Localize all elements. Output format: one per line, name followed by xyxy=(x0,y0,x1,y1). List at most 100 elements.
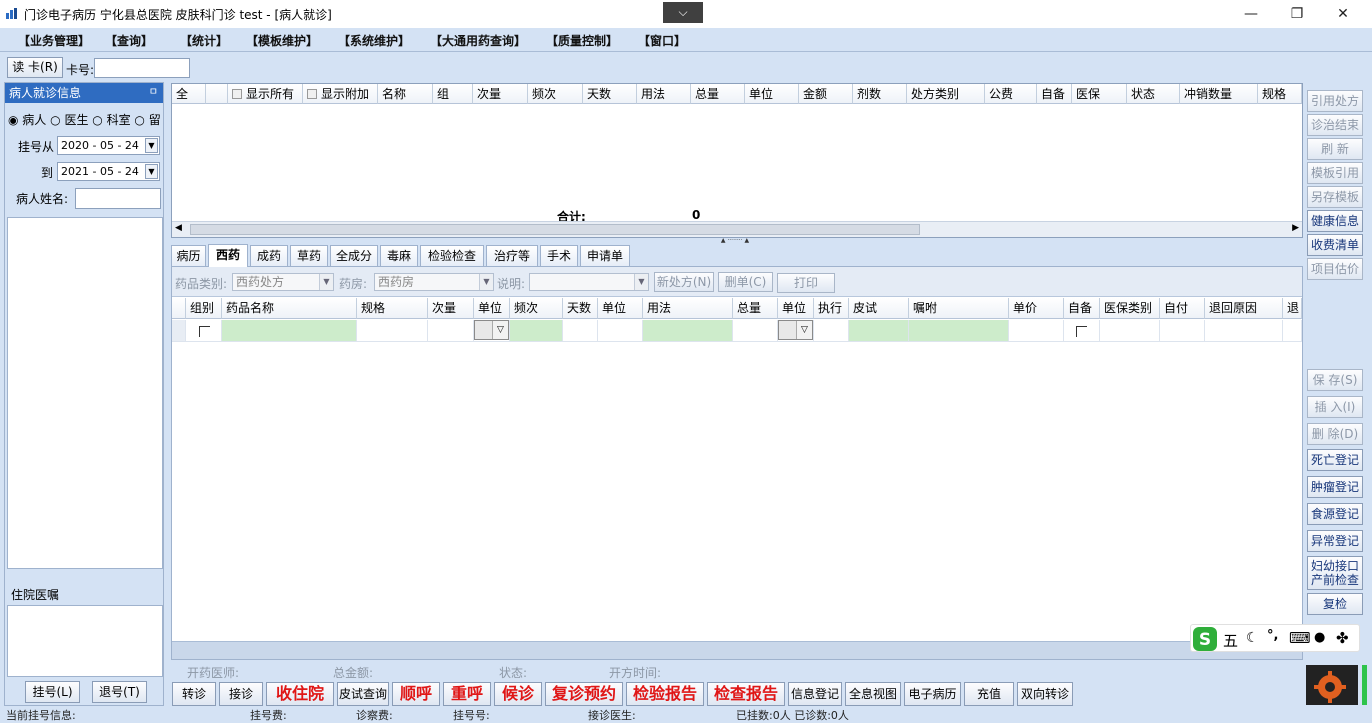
tab-narcotic[interactable]: 毒麻 xyxy=(380,245,418,266)
death-register-button[interactable]: 死亡登记 xyxy=(1307,449,1363,471)
scroll-right-icon[interactable]: ▶ xyxy=(1292,223,1299,233)
col-group2[interactable]: 组别 xyxy=(186,298,222,319)
checkbox-icon[interactable] xyxy=(307,89,317,99)
read-card-button[interactable]: 读 卡(R) xyxy=(7,57,63,78)
col-amount[interactable]: 金额 xyxy=(799,84,853,104)
show-all-checkbox[interactable]: 显示所有 xyxy=(228,84,303,104)
patient-list[interactable] xyxy=(7,217,163,569)
tab-treatment[interactable]: 治疗等 xyxy=(486,245,538,266)
col-usage[interactable]: 用法 xyxy=(637,84,691,104)
recheck-button[interactable]: 复检 xyxy=(1307,593,1363,615)
menu-quality[interactable]: 【质量控制】 xyxy=(546,32,618,49)
col-doses[interactable]: 剂数 xyxy=(853,84,907,104)
col-return[interactable]: 退 xyxy=(1283,298,1302,319)
col-total[interactable]: 总量 xyxy=(691,84,745,104)
cell-frequency[interactable] xyxy=(510,320,563,342)
charge-list-button[interactable]: 收费清单 xyxy=(1307,234,1363,256)
calendar-dropdown-icon[interactable]: ▼ xyxy=(145,138,158,153)
restore-button[interactable]: ❐ xyxy=(1274,0,1320,28)
col-self-prepared[interactable]: 自备 xyxy=(1037,84,1072,104)
col-public-fee[interactable]: 公费 xyxy=(985,84,1037,104)
drug-entry-grid[interactable]: 组别 药品名称 规格 次量 单位 频次 天数 单位 用法 总量 单位 执行 皮试… xyxy=(172,298,1302,342)
cell-spec[interactable] xyxy=(357,320,428,342)
col-insurance[interactable]: 医保 xyxy=(1072,84,1127,104)
call-next-button[interactable]: 顺呼 xyxy=(392,682,440,706)
template-cite-button[interactable]: 模板引用 xyxy=(1307,162,1363,184)
cell-insurance-type[interactable] xyxy=(1100,320,1160,342)
punctuation-icon[interactable]: °, xyxy=(1267,628,1278,643)
chevron-down-icon[interactable]: ▽ xyxy=(492,321,508,339)
recharge-button[interactable]: 充值 xyxy=(964,682,1014,706)
transfer-button[interactable]: 转诊 xyxy=(172,682,216,706)
toolbox-icon[interactable]: ✤ xyxy=(1336,629,1349,647)
lab-report-button[interactable]: 检验报告 xyxy=(626,682,704,706)
col-unit[interactable]: 单位 xyxy=(745,84,799,104)
user-icon[interactable]: ● xyxy=(1314,630,1325,645)
col-instructions[interactable]: 嘱咐 xyxy=(909,298,1009,319)
health-info-button[interactable]: 健康信息 xyxy=(1307,210,1363,232)
col-self-pay[interactable]: 自付 xyxy=(1160,298,1205,319)
cell-self-prepared[interactable] xyxy=(1064,320,1100,342)
cell-return[interactable] xyxy=(1283,320,1302,342)
reg-to-date[interactable]: 2021 - 05 - 24 ▼ xyxy=(57,162,160,181)
delete-prescription-button[interactable]: 删单(C) xyxy=(718,272,773,292)
col-dose-unit[interactable]: 单位 xyxy=(474,298,510,319)
end-treatment-button[interactable]: 诊治结束 xyxy=(1307,114,1363,136)
emr-button[interactable]: 电子病历 xyxy=(904,682,961,706)
col-total-unit[interactable]: 单位 xyxy=(778,298,814,319)
inpatient-orders-list[interactable] xyxy=(7,605,163,677)
cell-days[interactable] xyxy=(563,320,598,342)
tumor-register-button[interactable]: 肿瘤登记 xyxy=(1307,476,1363,498)
cell-drug-name[interactable] xyxy=(222,320,357,342)
item-estimate-button[interactable]: 项目估价 xyxy=(1307,258,1363,280)
tab-medical-record[interactable]: 病历 xyxy=(171,245,206,266)
card-number-input[interactable] xyxy=(94,58,190,78)
dose-unit-select[interactable]: ▽ xyxy=(474,320,509,340)
pharmacy-select[interactable]: 西药房 ▼ xyxy=(374,273,494,291)
radio-stay[interactable]: ○ 留 xyxy=(134,113,160,127)
cell-group[interactable] xyxy=(186,320,222,342)
menu-statistics[interactable]: 【统计】 xyxy=(180,32,228,49)
col-days2[interactable]: 天数 xyxy=(563,298,598,319)
col-total2[interactable]: 总量 xyxy=(733,298,778,319)
col-rx-type[interactable]: 处方类别 xyxy=(907,84,985,104)
chevron-down-icon[interactable]: ⌵ xyxy=(663,2,703,23)
print-button[interactable]: 打印 xyxy=(777,273,835,293)
col-status[interactable]: 状态 xyxy=(1127,84,1180,104)
cell-self-pay[interactable] xyxy=(1160,320,1205,342)
cell-execute[interactable] xyxy=(814,320,849,342)
col-frequency[interactable]: 频次 xyxy=(528,84,583,104)
radio-doctor[interactable]: ○ 医生 xyxy=(50,113,88,127)
sogou-s-icon[interactable]: S xyxy=(1193,627,1217,651)
foodborne-register-button[interactable]: 食源登记 xyxy=(1307,503,1363,525)
chevron-down-icon[interactable]: ▼ xyxy=(319,274,333,290)
scrollbar-thumb[interactable] xyxy=(190,224,920,235)
radio-patient[interactable]: ◉ 病人 xyxy=(8,113,46,127)
col-all[interactable]: 全 xyxy=(172,84,206,104)
cell-dose[interactable] xyxy=(428,320,474,342)
ime-toolbar[interactable]: S 五 ☾ °, ⌨ ● ✤ xyxy=(1190,624,1360,652)
unregister-button[interactable]: 退号(T) xyxy=(92,681,147,703)
abnormal-register-button[interactable]: 异常登记 xyxy=(1307,530,1363,552)
col-usage2[interactable]: 用法 xyxy=(643,298,733,319)
patient-name-input[interactable] xyxy=(75,188,161,209)
tab-western-medicine[interactable]: 西药 xyxy=(208,244,248,267)
col-dose2[interactable]: 次量 xyxy=(428,298,474,319)
tab-full-ingredient[interactable]: 全成分 xyxy=(330,245,378,266)
col-return-reason[interactable]: 退回原因 xyxy=(1205,298,1283,319)
tab-application[interactable]: 申请单 xyxy=(580,245,630,266)
chevron-down-icon[interactable]: ▽ xyxy=(796,321,812,339)
col-skin-test[interactable]: 皮试 xyxy=(849,298,909,319)
tab-patent-medicine[interactable]: 成药 xyxy=(250,245,288,266)
menu-drug-query[interactable]: 【大通用药查询】 xyxy=(430,32,526,49)
cell-dose-unit[interactable]: ▽ xyxy=(474,320,510,342)
cell-days-unit[interactable] xyxy=(598,320,643,342)
col-days[interactable]: 天数 xyxy=(583,84,637,104)
register-button[interactable]: 挂号(L) xyxy=(25,681,80,703)
cell-total-unit[interactable]: ▽ xyxy=(778,320,814,342)
group-checkbox[interactable] xyxy=(199,326,210,337)
new-prescription-button[interactable]: 新处方(N) xyxy=(654,272,714,292)
pin-icon[interactable]: ㅁ xyxy=(149,83,158,103)
chevron-down-icon[interactable]: ▼ xyxy=(634,274,648,290)
col-name[interactable]: 名称 xyxy=(378,84,433,104)
